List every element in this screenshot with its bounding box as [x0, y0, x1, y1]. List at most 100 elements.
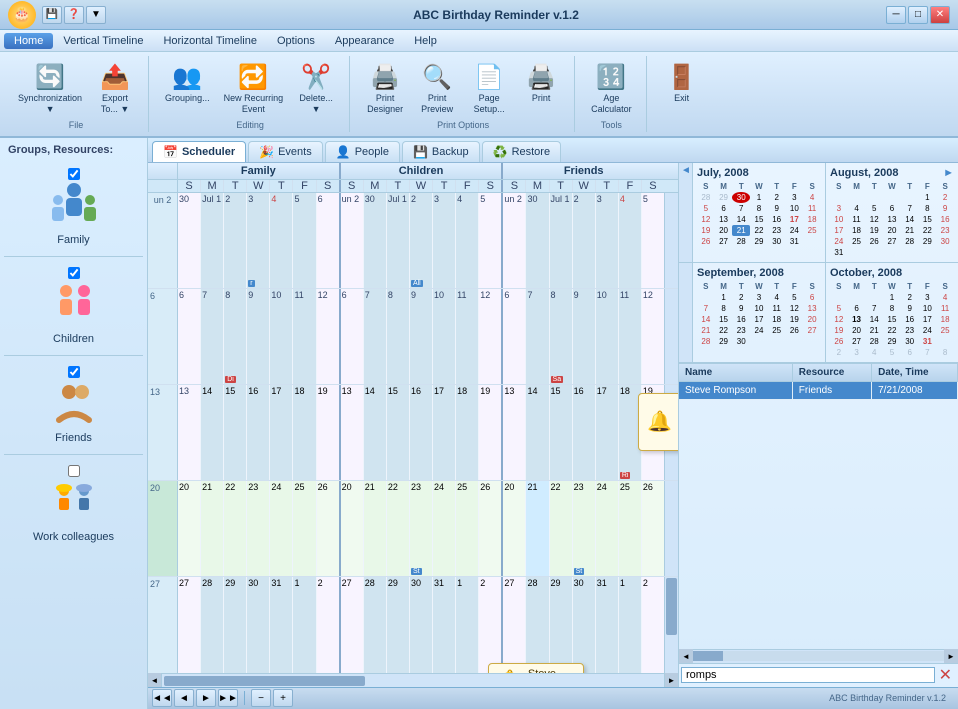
aug-td[interactable]: 7 — [901, 203, 919, 214]
aug-td[interactable]: 28 — [901, 236, 919, 247]
aug-td[interactable] — [830, 192, 848, 203]
july-td[interactable]: 11 — [803, 203, 821, 214]
july-td[interactable]: 7 — [732, 203, 750, 214]
vscroll-track-1[interactable] — [664, 193, 678, 288]
quick-menu-btn[interactable]: ▼ — [86, 6, 106, 24]
sidebar-item-friends[interactable]: Friends — [4, 360, 143, 450]
aug-td[interactable] — [901, 247, 919, 258]
work-checkbox[interactable] — [68, 465, 80, 477]
search-clear-button[interactable]: ✕ — [935, 665, 956, 685]
july-td[interactable]: 16 — [768, 214, 786, 225]
cal-next-btn[interactable]: ► — [943, 167, 954, 179]
aug-td[interactable]: 6 — [883, 203, 901, 214]
sidebar-item-children[interactable]: Children — [4, 261, 143, 351]
zoom-in-btn[interactable]: + — [273, 689, 293, 707]
aug-td[interactable]: 10 — [830, 214, 848, 225]
tab-backup[interactable]: 💾 Backup — [402, 141, 480, 162]
aug-td[interactable] — [901, 192, 919, 203]
july-td[interactable]: 1 — [750, 192, 768, 203]
july-td[interactable]: 15 — [750, 214, 768, 225]
menu-htimeline[interactable]: Horizontal Timeline — [153, 33, 267, 49]
july-td[interactable]: 8 — [750, 203, 768, 214]
hscroll-left[interactable]: ◄ — [148, 673, 162, 687]
aug-td[interactable] — [848, 192, 866, 203]
vscroll-track-2[interactable] — [664, 289, 678, 384]
july-td[interactable]: 2 — [768, 192, 786, 203]
aug-td[interactable]: 23 — [936, 225, 954, 236]
july-td[interactable]: 3 — [786, 192, 804, 203]
aug-td[interactable] — [936, 247, 954, 258]
print-preview-button[interactable]: 🔍 PrintPreview — [412, 58, 462, 118]
july-td[interactable]: 18 — [803, 214, 821, 225]
aug-td[interactable]: 2 — [936, 192, 954, 203]
aug-td[interactable]: 21 — [901, 225, 919, 236]
quick-help-btn[interactable]: ❓ — [64, 6, 84, 24]
july-td[interactable] — [803, 236, 821, 247]
friends-checkbox[interactable] — [68, 366, 80, 378]
july-td[interactable]: 22 — [750, 225, 768, 236]
vscroll-track-4[interactable] — [664, 481, 678, 576]
aug-td[interactable] — [865, 247, 883, 258]
july-td[interactable]: 5 — [697, 203, 715, 214]
july-td[interactable]: 23 — [768, 225, 786, 236]
right-hscroll-thumb[interactable] — [693, 651, 723, 661]
aug-td[interactable] — [848, 247, 866, 258]
aug-td[interactable]: 29 — [919, 236, 937, 247]
aug-td[interactable]: 8 — [919, 203, 937, 214]
menu-home[interactable]: Home — [4, 33, 53, 49]
aug-td[interactable]: 22 — [919, 225, 937, 236]
print-designer-button[interactable]: 🖨️ PrintDesigner — [360, 58, 410, 118]
search-input[interactable] — [681, 667, 935, 683]
aug-td[interactable]: 1 — [919, 192, 937, 203]
children-checkbox[interactable] — [68, 267, 80, 279]
vscroll-thumb[interactable] — [666, 578, 677, 636]
age-calc-button[interactable]: 🔢 AgeCalculator — [585, 58, 638, 118]
nav-first-btn[interactable]: ◄◄ — [152, 689, 172, 707]
aug-td[interactable]: 11 — [848, 214, 866, 225]
aug-td[interactable]: 26 — [865, 236, 883, 247]
july-td[interactable]: 30 — [732, 192, 750, 203]
aug-td[interactable]: 3 — [830, 203, 848, 214]
aug-td[interactable]: 15 — [919, 214, 937, 225]
delete-button[interactable]: ✂️ Delete...▼ — [291, 58, 341, 118]
print-button[interactable]: 🖨️ Print — [516, 58, 566, 118]
sidebar-item-family[interactable]: Family — [4, 162, 143, 252]
july-td[interactable]: 31 — [786, 236, 804, 247]
aug-td[interactable]: 9 — [936, 203, 954, 214]
aug-td[interactable]: 19 — [865, 225, 883, 236]
nav-last-btn[interactable]: ►► — [218, 689, 238, 707]
right-hscroll-track[interactable] — [693, 651, 944, 661]
right-hscroll-right[interactable]: ► — [944, 649, 958, 663]
july-td[interactable]: 20 — [715, 225, 733, 236]
nav-next-btn[interactable]: ► — [196, 689, 216, 707]
aug-td[interactable] — [919, 247, 937, 258]
aug-td[interactable]: 24 — [830, 236, 848, 247]
vscroll-track-5[interactable] — [664, 577, 678, 673]
exit-button[interactable]: 🚪 Exit — [657, 58, 707, 107]
aug-td[interactable]: 13 — [883, 214, 901, 225]
july-td[interactable]: 17 — [786, 214, 804, 225]
event-row-1[interactable]: Steve Rompson Friends 7/21/2008 — [679, 381, 958, 399]
july-td[interactable]: 30 — [768, 236, 786, 247]
new-recurring-button[interactable]: 🔁 New RecurringEvent — [218, 58, 290, 118]
july-td[interactable]: 14 — [732, 214, 750, 225]
july-td[interactable]: 6 — [715, 203, 733, 214]
july-td[interactable]: 13 — [715, 214, 733, 225]
aug-td[interactable]: 18 — [848, 225, 866, 236]
export-button[interactable]: 📤 ExportTo... ▼ — [90, 58, 140, 118]
aug-td[interactable]: 17 — [830, 225, 848, 236]
july-td[interactable]: 27 — [715, 236, 733, 247]
july-td[interactable]: 12 — [697, 214, 715, 225]
july-td[interactable]: 24 — [786, 225, 804, 236]
close-btn[interactable]: ✕ — [930, 6, 950, 24]
july-td[interactable]: 21 — [732, 225, 750, 236]
july-td[interactable]: 29 — [715, 192, 733, 203]
july-td[interactable]: 10 — [786, 203, 804, 214]
minimize-btn[interactable]: ─ — [886, 6, 906, 24]
aug-td[interactable]: 27 — [883, 236, 901, 247]
menu-help[interactable]: Help — [404, 33, 447, 49]
menu-options[interactable]: Options — [267, 33, 325, 49]
page-setup-button[interactable]: 📄 PageSetup... — [464, 58, 514, 118]
july-td[interactable]: 28 — [732, 236, 750, 247]
july-td[interactable]: 25 — [803, 225, 821, 236]
